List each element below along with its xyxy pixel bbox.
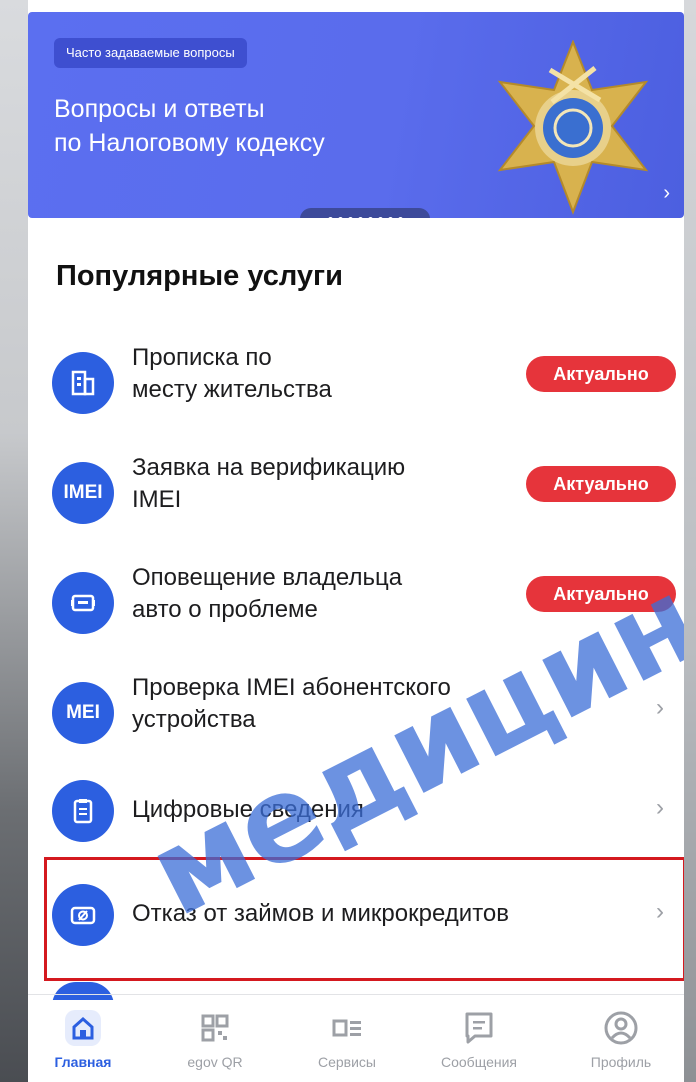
emblem-icon bbox=[497, 40, 649, 215]
bottom-nav: Главная egov QR Сервисы Сообщения Профил… bbox=[28, 1000, 684, 1082]
clipboard-icon bbox=[52, 780, 114, 842]
qr-icon bbox=[201, 1014, 229, 1042]
service-label: Заявка на верификацию IMEI bbox=[132, 452, 552, 516]
carousel-pagination[interactable] bbox=[300, 208, 430, 218]
page-dot[interactable] bbox=[357, 216, 363, 218]
nav-item-services[interactable]: Сервисы bbox=[292, 1008, 402, 1070]
banner-title-line2: по Налоговому кодексу bbox=[54, 129, 325, 157]
page-dot[interactable] bbox=[397, 216, 403, 218]
nav-label: Сервисы bbox=[317, 1054, 376, 1070]
service-label-line2: месту жительства bbox=[132, 376, 332, 403]
banner-title-line1: Вопросы и ответы bbox=[54, 95, 265, 123]
service-label-line1: Прописка по bbox=[132, 344, 272, 371]
nav-item-profile[interactable]: Профиль bbox=[566, 1008, 676, 1070]
service-label-line2: авто о проблеме bbox=[132, 596, 318, 623]
banner-title: Вопросы и ответы по Налоговому кодексу bbox=[54, 92, 434, 160]
building-icon bbox=[52, 352, 114, 414]
nav-item-home[interactable]: Главная bbox=[28, 1008, 138, 1070]
banner-badge: Часто задаваемые вопросы bbox=[54, 38, 247, 68]
car-icon bbox=[52, 572, 114, 634]
nav-label: Главная bbox=[54, 1054, 112, 1070]
status-badge: Актуально bbox=[526, 356, 676, 392]
app-screen: Часто задаваемые вопросы Вопросы и ответ… bbox=[28, 0, 684, 1082]
messages-icon bbox=[465, 1012, 493, 1044]
page-dot[interactable] bbox=[367, 216, 373, 218]
page-dot[interactable] bbox=[337, 216, 343, 218]
imei-icon: IMEI bbox=[52, 462, 114, 524]
page-dot[interactable] bbox=[387, 216, 393, 218]
page-dot[interactable] bbox=[347, 216, 353, 218]
page-dot[interactable] bbox=[327, 216, 333, 218]
nav-item-messages[interactable]: Сообщения bbox=[424, 1008, 534, 1070]
service-label-line1: Заявка на верификацию bbox=[132, 454, 406, 481]
page-dot[interactable] bbox=[377, 216, 383, 218]
imei-search-icon: MEI bbox=[52, 682, 114, 744]
service-item-registration[interactable]: Прописка по месту жительства Актуально bbox=[28, 330, 684, 440]
nav-label: egov QR bbox=[187, 1054, 243, 1070]
chevron-right-icon: › bbox=[656, 794, 664, 821]
section-title: Популярные услуги bbox=[56, 260, 343, 292]
highlight-box bbox=[44, 857, 684, 981]
services-icon bbox=[332, 1019, 361, 1037]
nav-label: Профиль bbox=[590, 1054, 652, 1070]
service-label: Прописка по месту жительства bbox=[132, 342, 552, 406]
nav-label: Сообщения bbox=[441, 1054, 517, 1070]
home-icon bbox=[65, 1010, 101, 1046]
service-item-imei-verification[interactable]: IMEI Заявка на верификацию IMEI Актуальн… bbox=[28, 440, 684, 550]
service-label: Оповещение владельца авто о проблеме bbox=[132, 562, 552, 626]
service-label-line1: Оповещение владельца bbox=[132, 564, 403, 591]
service-label-line2: IMEI bbox=[132, 486, 182, 513]
nav-divider bbox=[28, 994, 684, 995]
nav-item-qr[interactable]: egov QR bbox=[160, 1008, 270, 1070]
status-badge: Актуально bbox=[526, 466, 676, 502]
profile-icon bbox=[604, 1011, 638, 1045]
banner-next-chevron-icon[interactable]: › bbox=[663, 182, 670, 205]
faq-banner[interactable]: Часто задаваемые вопросы Вопросы и ответ… bbox=[28, 12, 684, 218]
